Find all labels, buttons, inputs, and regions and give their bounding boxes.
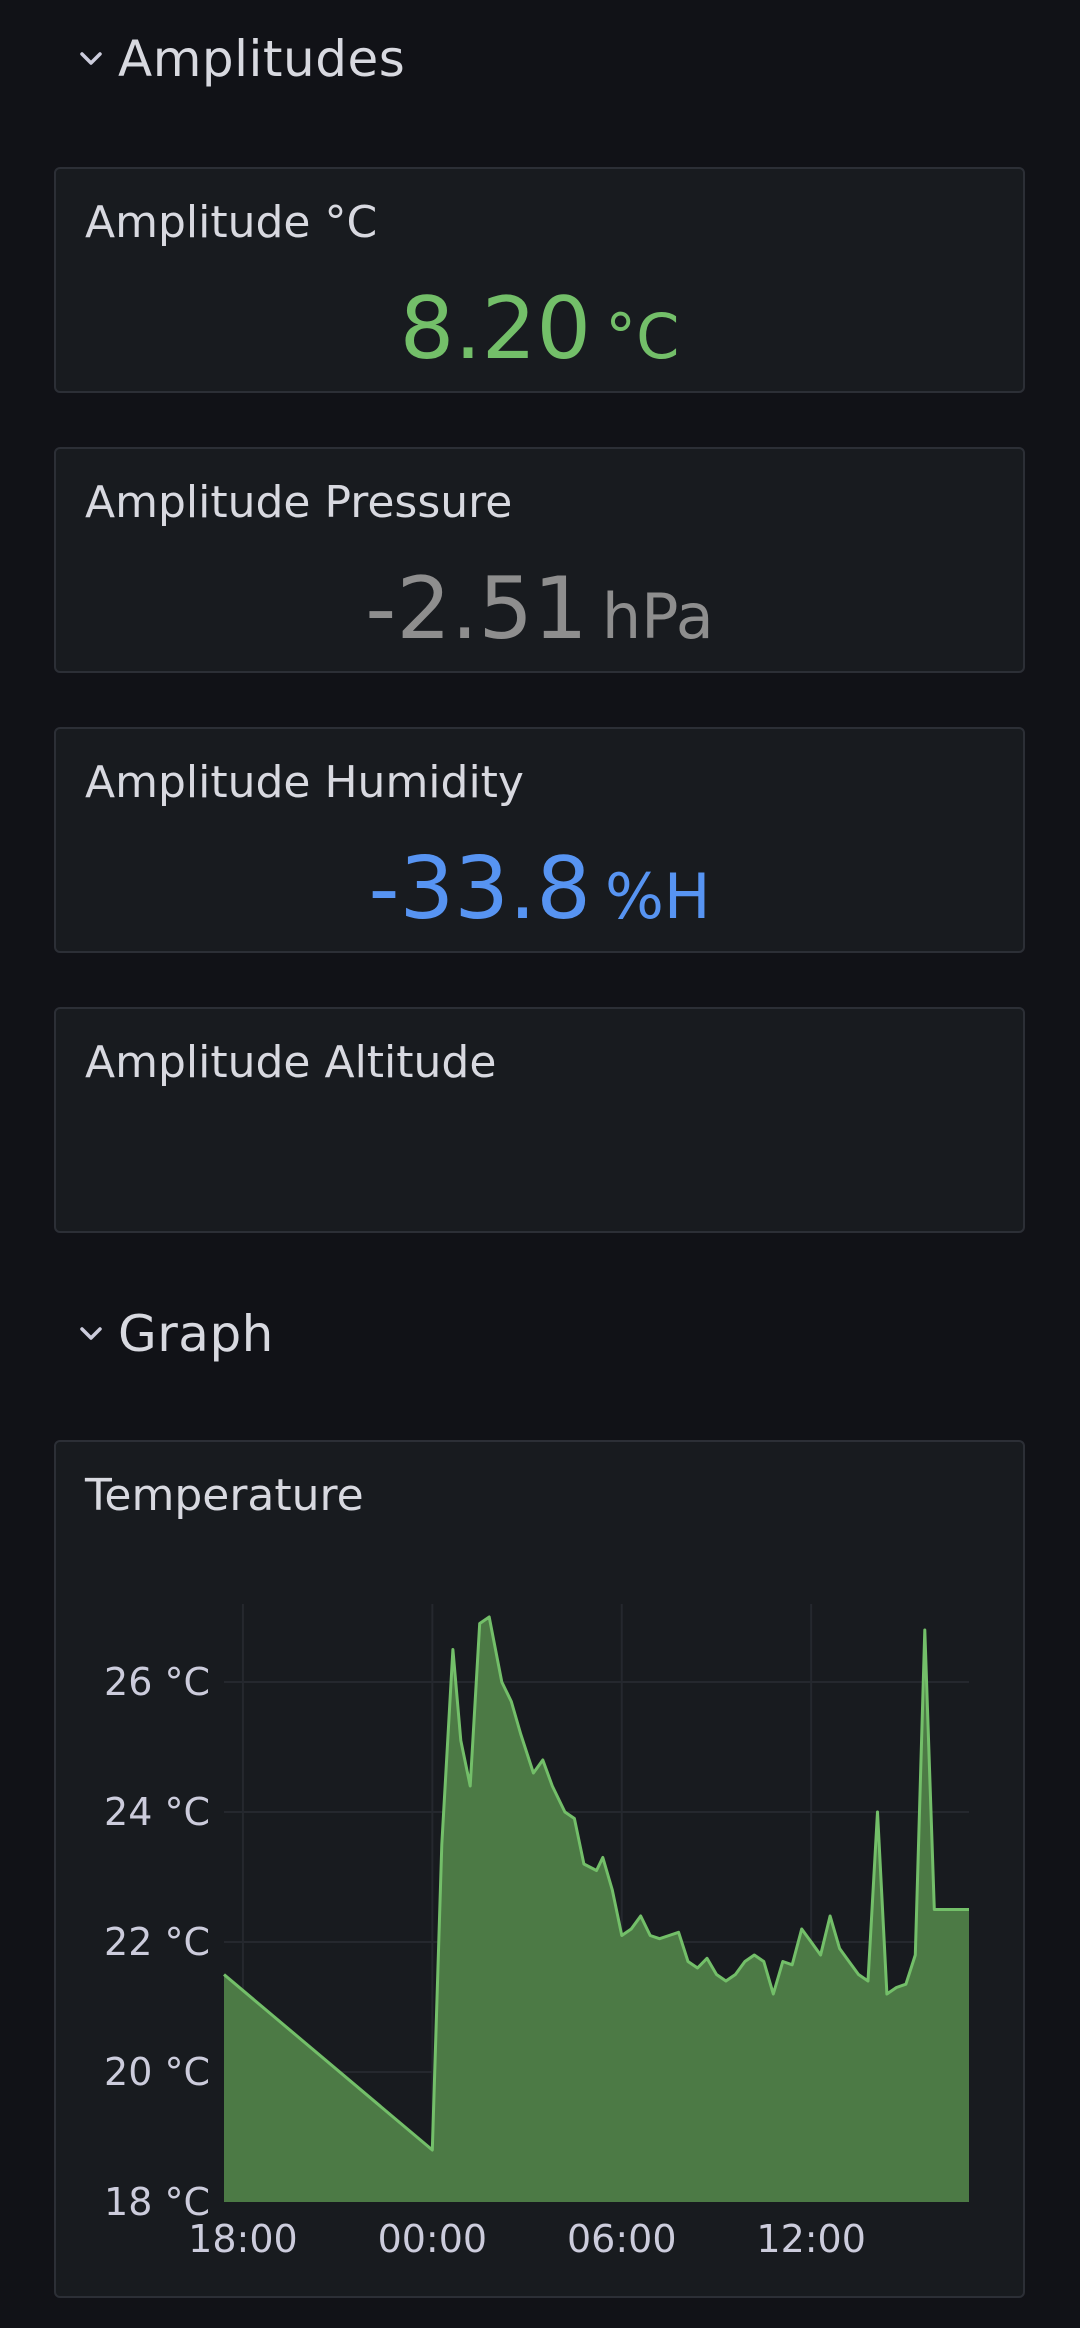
- temperature-chart[interactable]: 26 °C24 °C22 °C20 °C18 °C18:00 00:00 06:00…: [56, 1442, 1023, 2296]
- y-tick-label: 24 °C: [104, 1790, 210, 1834]
- x-tick-label: 00:00: [378, 2217, 488, 2261]
- series-area: [224, 1617, 969, 2202]
- y-tick-label: 26 °C: [104, 1660, 210, 1704]
- stat-value: -33.8 %H: [56, 839, 1023, 939]
- x-tick-label: 06:00: [567, 2217, 677, 2261]
- x-tick-label: 18:00: [188, 2217, 298, 2261]
- chevron-down-icon: [78, 1321, 104, 1347]
- stat-value: -2.51 hPa: [56, 559, 1023, 659]
- chevron-down-icon: [78, 46, 104, 72]
- panel-title: Amplitude °C: [85, 197, 378, 248]
- chart-panel-temperature[interactable]: Temperature 26 °C 24 °C 22 °C 20 °C 18 °C 18:…: [54, 1440, 1025, 2298]
- section-header-graph[interactable]: Graph: [78, 1305, 274, 1363]
- section-title: Amplitudes: [118, 30, 406, 88]
- section-header-amplitudes[interactable]: Amplitudes: [78, 30, 405, 88]
- stat-number: 8.20: [399, 279, 592, 379]
- stat-number: -33.8: [368, 839, 591, 939]
- x-tick-label: 12:00: [756, 2217, 866, 2261]
- stat-value: 8.20 °C: [56, 279, 1023, 379]
- stat-panel-pressure[interactable]: Amplitude Pressure -2.51 hPa: [54, 447, 1025, 673]
- stat-value: [56, 1119, 1023, 1219]
- stat-panel-temperature[interactable]: Amplitude °C 8.20 °C: [54, 167, 1025, 393]
- y-tick-label: 20 °C: [104, 2050, 210, 2094]
- panel-title: Amplitude Humidity: [85, 757, 524, 808]
- panel-title: Amplitude Pressure: [85, 477, 513, 528]
- section-title: Graph: [118, 1305, 274, 1363]
- stat-panel-humidity[interactable]: Amplitude Humidity -33.8 %H: [54, 727, 1025, 953]
- panel-title: Amplitude Altitude: [85, 1037, 497, 1088]
- stat-unit: °C: [605, 300, 680, 373]
- y-tick-label: 22 °C: [104, 1920, 210, 1964]
- stat-number: -2.51: [365, 559, 588, 659]
- stat-unit: %H: [604, 860, 711, 933]
- stat-unit: hPa: [601, 580, 714, 653]
- stat-panel-altitude[interactable]: Amplitude Altitude: [54, 1007, 1025, 1233]
